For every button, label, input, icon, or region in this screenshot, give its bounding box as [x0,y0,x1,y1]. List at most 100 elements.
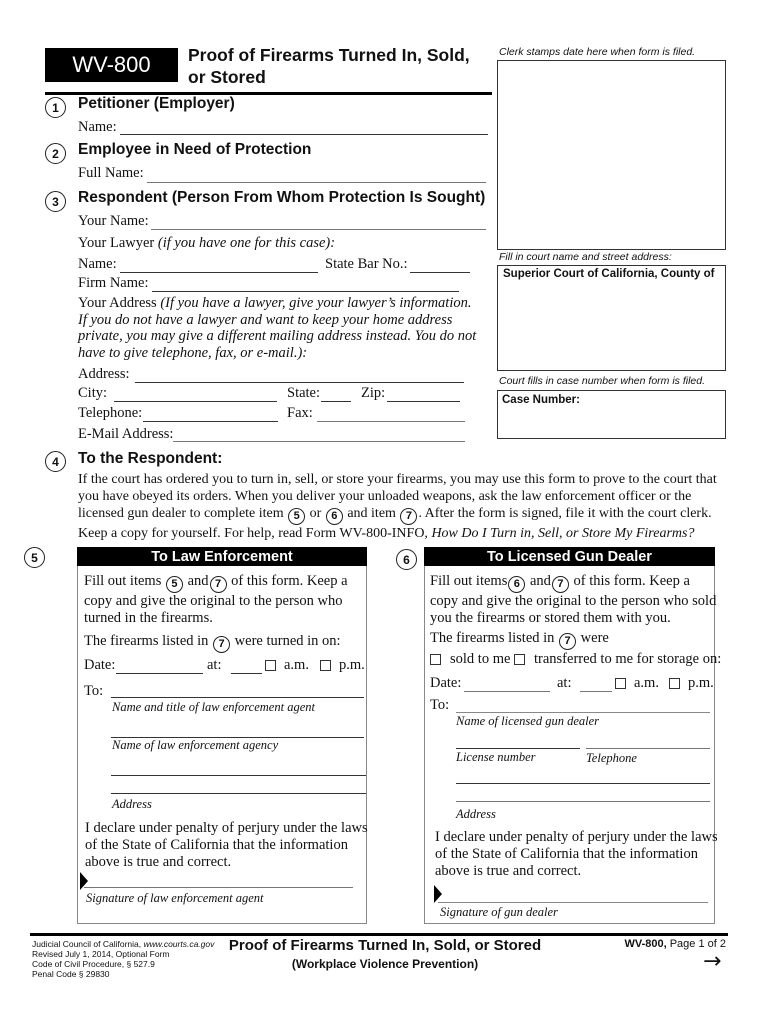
gd-transferred-label: transferred to me for storage on: [534,651,722,667]
city-label: City: [78,385,108,401]
gd-dealer-name-field[interactable] [456,697,710,713]
le-agency-field[interactable] [111,722,364,738]
le-declaration: I declare under penalty of perjury under… [85,820,368,870]
form-id-badge: WV-800 [45,48,178,82]
fax-label: Fax: [287,405,313,421]
address-field[interactable] [135,366,464,383]
le-intro: Fill out items 5 and 7 of this form. Keep… [84,573,348,626]
state-bar-label: State Bar No.: [325,256,408,272]
clerk-stamp-caption: Clerk stamps date here when form is file… [499,46,696,58]
gd-intro: Fill out items 6 and 7 of this form. Keep … [430,573,717,626]
item-number-2: 2 [45,143,66,164]
le-signature-field[interactable] [84,872,353,888]
le-pm-label: p.m. [339,657,365,673]
state-label: State: [287,385,321,401]
gd-license-field[interactable] [456,733,580,749]
item-ref-5: 5 [288,508,306,525]
respondent-instructions: If the court has ordered you to turn in,… [78,472,717,541]
zip-label: Zip: [361,385,386,401]
lawyer-name-field[interactable] [120,256,318,273]
footer-title: Proof of Firearms Turned In, Sold, or St… [228,937,542,971]
gd-address-field-2[interactable] [456,786,710,802]
le-address-field-1[interactable] [111,760,366,776]
firm-name-field[interactable] [152,275,459,292]
le-agent-field[interactable] [111,682,364,698]
gd-transferred-checkbox[interactable] [514,654,525,665]
gd-signature-field[interactable] [438,887,708,903]
state-bar-field[interactable] [410,256,470,273]
firm-name-label: Firm Name: [78,275,149,291]
email-field[interactable] [173,425,465,442]
gd-address-field-1[interactable] [456,768,710,784]
respondent-name-field[interactable] [151,213,486,230]
state-field[interactable] [321,385,351,402]
le-date-label: Date: [84,657,116,673]
gd-listed: The firearms listed in 7 were [430,630,609,650]
le-to-label: To: [84,683,104,699]
item-4-heading: To the Respondent: [78,450,223,467]
le-at-label: at: [207,657,222,673]
case-number-field[interactable]: Case Number: [497,390,726,439]
le-address-caption: Address [112,797,152,811]
telephone-label: Telephone: [78,405,143,421]
le-listed: The firearms listed in 7 were turned in … [84,633,341,653]
item-number-4: 4 [45,451,66,472]
item-number-6: 6 [396,549,417,570]
telephone-field[interactable] [143,405,278,422]
clerk-stamp-box [497,60,726,250]
lawyer-name-label: Name: [78,256,117,272]
gd-date-field[interactable] [464,677,550,692]
court-caption: Fill in court name and street address: [499,251,672,263]
footer-citations: Judicial Council of California, www.cour… [32,939,215,979]
gd-sold-checkbox[interactable] [430,654,441,665]
gd-telephone-caption: Telephone [586,751,637,765]
zip-field[interactable] [387,385,460,402]
le-signature-caption: Signature of law enforcement agent [86,891,264,905]
item-number-1: 1 [45,97,66,118]
your-name-label: Your Name: [78,213,149,229]
employee-name-label: Full Name: [78,165,144,181]
le-address-field-2[interactable] [111,778,366,794]
le-pm-checkbox[interactable] [320,660,331,671]
item-2-heading: Employee in Need of Protection [78,141,312,158]
gd-pm-checkbox[interactable] [669,678,680,689]
law-enforcement-header: To Law Enforcement [77,547,367,566]
city-field[interactable] [114,385,277,402]
item-number-5: 5 [24,547,45,568]
footer-form-id: WV-800, [624,938,667,950]
gd-date-label: Date: [430,675,462,691]
item-1-heading: Petitioner (Employer) [78,95,235,112]
court-label: Superior Court of California, County of [503,268,715,280]
le-time-field[interactable] [231,659,262,674]
gd-sold-label: sold to me [450,651,511,667]
gd-am-checkbox[interactable] [615,678,626,689]
fax-field[interactable] [317,405,465,422]
case-number-label: Case Number: [502,394,580,406]
address-label: Address: [78,366,130,382]
gd-pm-label: p.m. [688,675,714,691]
email-label: E-Mail Address: [78,426,174,442]
item-3-heading: Respondent (Person From Whom Protection … [78,189,486,206]
gd-license-caption: License number [456,750,536,764]
le-date-field[interactable] [116,659,203,674]
gd-address-caption: Address [456,807,496,821]
item-number-3: 3 [45,191,66,212]
arrow-right-icon[interactable]: → [703,951,721,973]
le-am-checkbox[interactable] [265,660,276,671]
your-lawyer-label: Your Lawyer (if you have one for this ca… [78,235,336,251]
gd-am-label: a.m. [634,675,659,691]
item-ref-6: 6 [325,508,343,525]
employee-name-field[interactable] [147,166,486,183]
gd-time-field[interactable] [580,677,612,692]
petitioner-name-field[interactable] [120,118,488,135]
item-ref-7: 7 [400,508,418,525]
form-id: WV-800 [72,52,151,77]
court-name-field[interactable]: Superior Court of California, County of [497,265,726,371]
le-agent-caption: Name and title of law enforcement agent [112,700,315,714]
gd-telephone-field[interactable] [586,733,710,749]
le-am-label: a.m. [284,657,309,673]
le-agency-caption: Name of law enforcement agency [112,738,279,752]
footer-rule [30,933,728,936]
gd-signature-caption: Signature of gun dealer [440,905,558,919]
gd-at-label: at: [557,675,572,691]
